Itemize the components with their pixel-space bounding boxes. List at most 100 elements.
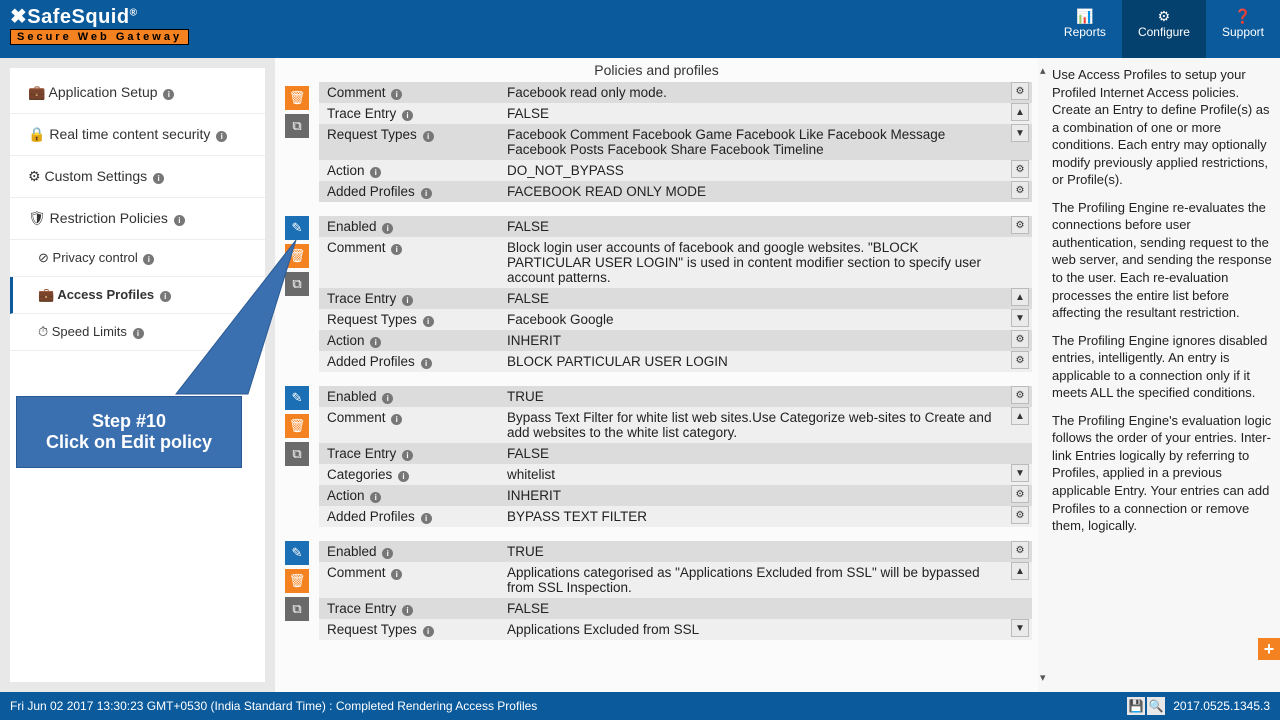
- up-icon[interactable]: ▲: [1011, 562, 1029, 580]
- info-icon[interactable]: i: [421, 188, 432, 199]
- row-label: Comment i: [319, 82, 499, 103]
- scroll-up-icon[interactable]: ▴: [1040, 64, 1046, 79]
- callout-title: Step #10: [35, 411, 223, 432]
- info-icon[interactable]: i: [421, 358, 432, 369]
- nav-reports[interactable]: 📊Reports: [1048, 0, 1122, 58]
- policy-row: Action iINHERIT⚙: [319, 330, 1032, 351]
- version-text: 2017.0525.1345.3: [1173, 699, 1270, 713]
- info-icon[interactable]: i: [391, 244, 402, 255]
- gear-icon[interactable]: ⚙: [1011, 506, 1029, 524]
- sidebar-icon: ⚙: [28, 168, 41, 184]
- down-icon[interactable]: ▼: [1011, 309, 1029, 327]
- gears-icon: ⚙: [1138, 8, 1190, 25]
- row-value: whitelist: [499, 464, 1008, 485]
- nav-support[interactable]: ❓Support: [1206, 0, 1280, 58]
- gear-icon[interactable]: ⚙: [1011, 160, 1029, 178]
- sidebar-icon: 💼: [28, 84, 45, 100]
- policy-row: Added Profiles iBYPASS TEXT FILTER⚙: [319, 506, 1032, 527]
- sidebar-icon: ⏱: [38, 324, 48, 339]
- info-icon[interactable]: i: [163, 89, 174, 100]
- gear-icon[interactable]: ⚙: [1011, 485, 1029, 503]
- sidebar-item[interactable]: 💼 Application Setup i: [10, 72, 265, 114]
- policy-row: Action iDO_NOT_BYPASS⚙: [319, 160, 1032, 181]
- row-value: BLOCK PARTICULAR USER LOGIN: [499, 351, 1008, 372]
- info-icon[interactable]: i: [398, 471, 409, 482]
- clone-button[interactable]: ⧉: [285, 442, 309, 466]
- scroll-down-icon[interactable]: ▾: [1040, 671, 1046, 686]
- gear-icon[interactable]: ⚙: [1011, 330, 1029, 348]
- up-icon[interactable]: ▲: [1011, 407, 1029, 425]
- row-value: Bypass Text Filter for white list web si…: [499, 407, 1008, 443]
- nav-configure[interactable]: ⚙Configure: [1122, 0, 1206, 58]
- row-value: FALSE: [499, 216, 1008, 237]
- info-icon[interactable]: i: [402, 295, 413, 306]
- row-label: Request Types i: [319, 309, 499, 330]
- info-icon[interactable]: i: [421, 513, 432, 524]
- row-label: Categories i: [319, 464, 499, 485]
- row-label: Enabled i: [319, 386, 499, 407]
- nav-buttons: 📊Reports ⚙Configure ❓Support: [1048, 0, 1280, 58]
- gear-icon[interactable]: ⚙: [1011, 216, 1029, 234]
- save-icon[interactable]: 💾: [1127, 697, 1145, 715]
- gear-icon[interactable]: ⚙: [1011, 351, 1029, 369]
- row-value: TRUE: [499, 386, 1008, 407]
- up-icon[interactable]: ▲: [1011, 288, 1029, 306]
- policy-row: Comment iBlock login user accounts of fa…: [319, 237, 1032, 288]
- policy-row: Action iINHERIT⚙: [319, 485, 1032, 506]
- info-icon[interactable]: i: [216, 131, 227, 142]
- info-icon[interactable]: i: [391, 89, 402, 100]
- delete-button[interactable]: 🗑: [285, 569, 309, 593]
- info-icon[interactable]: i: [423, 316, 434, 327]
- gear-icon[interactable]: ⚙: [1011, 181, 1029, 199]
- gear-icon[interactable]: ⚙: [1011, 386, 1029, 404]
- info-icon[interactable]: i: [174, 215, 185, 226]
- info-icon[interactable]: i: [402, 450, 413, 461]
- down-icon[interactable]: ▼: [1011, 464, 1029, 482]
- info-icon[interactable]: i: [423, 131, 434, 142]
- info-icon[interactable]: i: [370, 167, 381, 178]
- help-panel: ▴ Use Access Profiles to setup your Prof…: [1038, 58, 1280, 692]
- add-policy-button[interactable]: +: [1258, 638, 1280, 660]
- row-value: FALSE: [499, 443, 1008, 464]
- info-icon[interactable]: i: [370, 337, 381, 348]
- info-icon[interactable]: i: [391, 414, 402, 425]
- info-icon[interactable]: i: [382, 548, 393, 559]
- clone-button[interactable]: ⧉: [285, 114, 309, 138]
- info-icon[interactable]: i: [382, 223, 393, 234]
- status-text: Fri Jun 02 2017 13:30:23 GMT+0530 (India…: [10, 699, 537, 713]
- row-value: FALSE: [499, 103, 1008, 124]
- down-icon[interactable]: ▼: [1011, 124, 1029, 142]
- gear-icon[interactable]: ⚙: [1011, 82, 1029, 100]
- info-icon[interactable]: i: [402, 605, 413, 616]
- sidebar-item[interactable]: ⚙ Custom Settings i: [10, 156, 265, 198]
- info-icon[interactable]: i: [153, 173, 164, 184]
- row-label: Comment i: [319, 407, 499, 428]
- delete-button[interactable]: 🗑: [285, 86, 309, 110]
- info-icon[interactable]: i: [370, 492, 381, 503]
- edit-button[interactable]: ✎: [285, 541, 309, 565]
- gear-icon[interactable]: ⚙: [1011, 541, 1029, 559]
- policy-row: Added Profiles iBLOCK PARTICULAR USER LO…: [319, 351, 1032, 372]
- row-label: Comment i: [319, 237, 499, 258]
- row-label: Enabled i: [319, 216, 499, 237]
- delete-button[interactable]: 🗑: [285, 414, 309, 438]
- down-icon[interactable]: ▼: [1011, 619, 1029, 637]
- sidebar-item[interactable]: 🛡 Restriction Policies i: [10, 198, 265, 240]
- row-label: Enabled i: [319, 541, 499, 562]
- help-text: Use Access Profiles to setup your Profil…: [1052, 66, 1272, 189]
- brand-tagline: Secure Web Gateway: [10, 29, 189, 45]
- row-label: Trace Entry i: [319, 443, 499, 464]
- info-icon[interactable]: i: [382, 393, 393, 404]
- policy-row: Trace Entry iFALSE: [319, 443, 1032, 464]
- up-icon[interactable]: ▲: [1011, 103, 1029, 121]
- search-icon[interactable]: 🔍: [1147, 697, 1165, 715]
- info-icon[interactable]: i: [423, 626, 434, 637]
- clone-button[interactable]: ⧉: [285, 597, 309, 621]
- sidebar-item[interactable]: 🔒 Real time content security i: [10, 114, 265, 156]
- info-icon[interactable]: i: [391, 569, 402, 580]
- row-label: Action i: [319, 330, 499, 351]
- info-icon[interactable]: i: [402, 110, 413, 121]
- row-value: BYPASS TEXT FILTER: [499, 506, 1008, 527]
- policy-row: Enabled iFALSE⚙: [319, 216, 1032, 237]
- row-label: Added Profiles i: [319, 506, 499, 527]
